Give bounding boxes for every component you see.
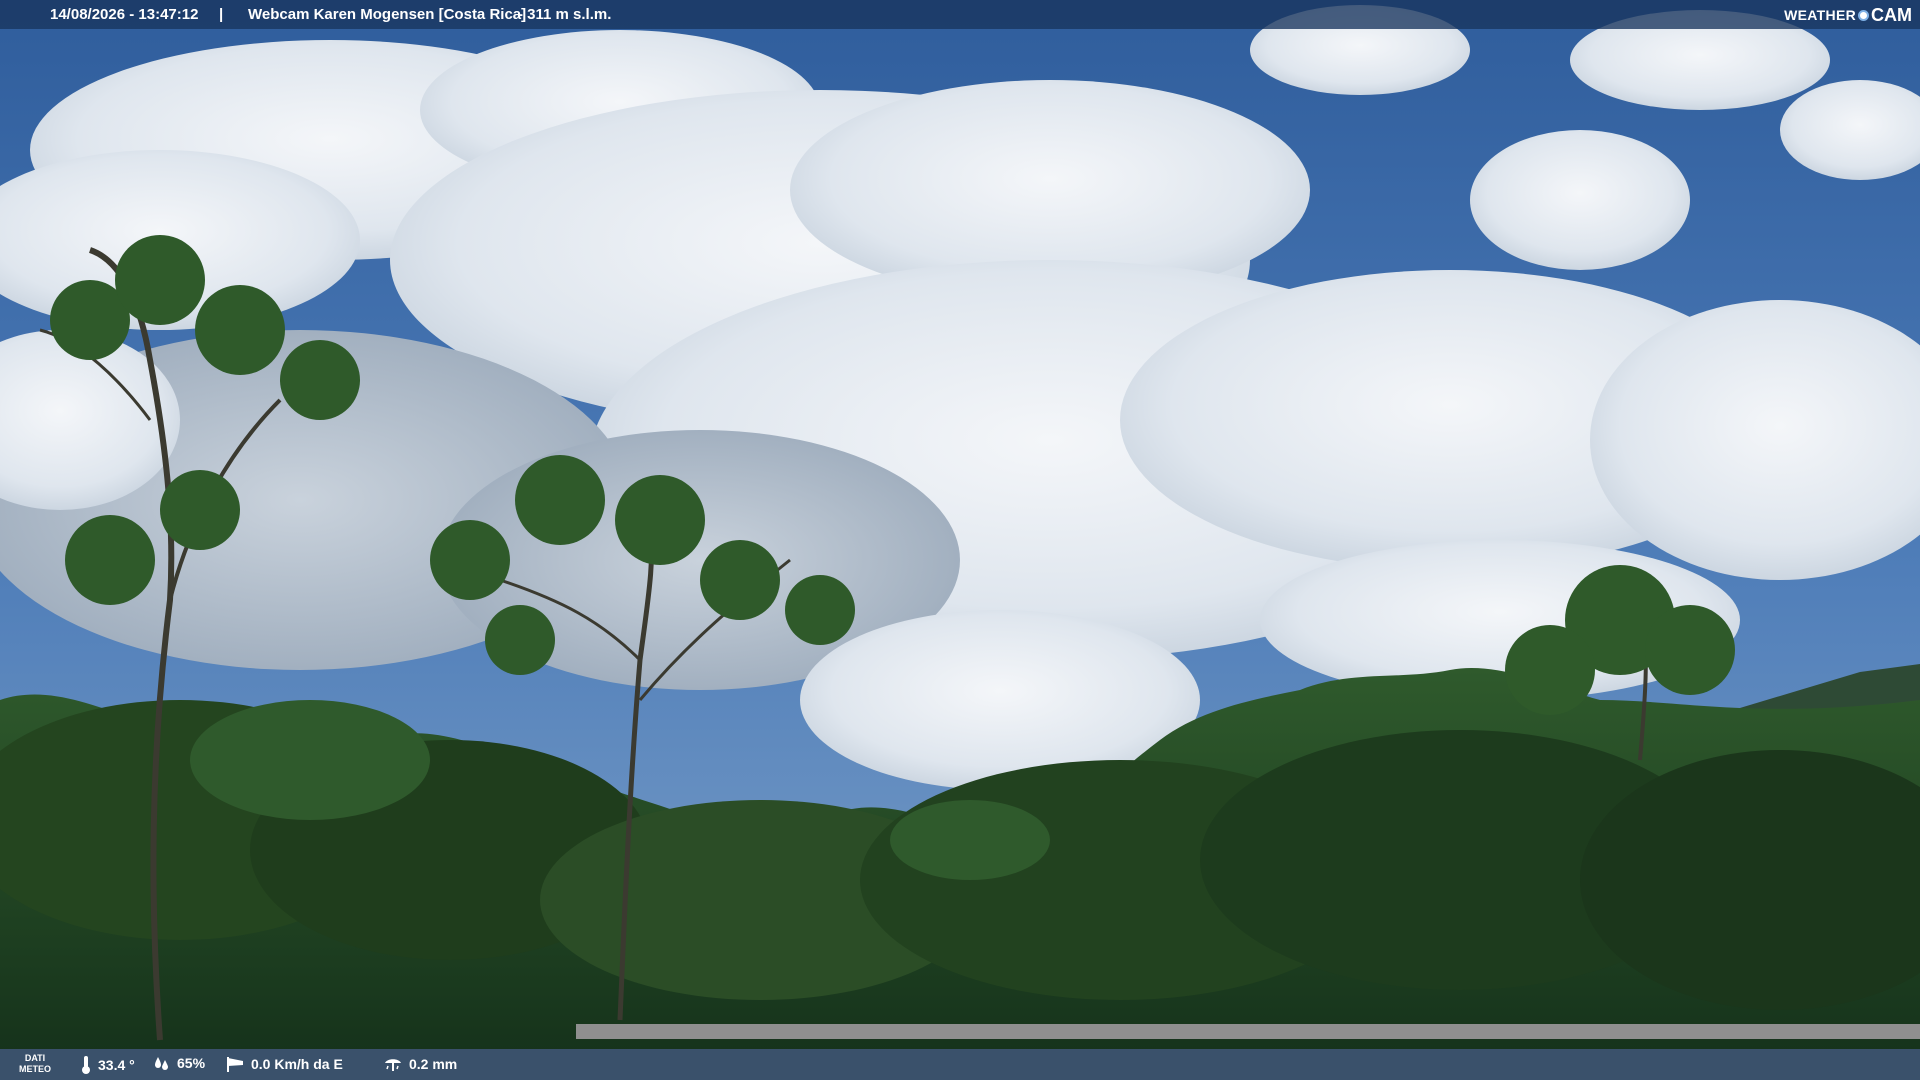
webcam-image — [0, 0, 1920, 1080]
logo-weather: WEATHER — [1784, 7, 1856, 23]
humidity-value: 65% — [177, 1055, 206, 1071]
logo-cam: CAM — [1871, 4, 1912, 25]
rain-gauge-icon — [385, 1059, 401, 1071]
wind-reading: 0.0 Km/h da E — [225, 1055, 343, 1073]
gray-strip — [576, 1024, 1920, 1039]
dati-label: DATI — [24, 1053, 46, 1063]
humidity-reading: 65% — [153, 1055, 205, 1071]
weather-data-bar: DATI METEO 33.4 ° 65% 0.0 Km/h da E 0.2 … — [0, 1049, 1920, 1080]
logo-dot-icon — [1858, 9, 1869, 21]
thermometer-icon — [82, 1056, 90, 1074]
rain-reading: 0.2 mm — [383, 1055, 457, 1073]
weathercam-logo: WEATHER CAM — [1784, 2, 1912, 28]
datetime: 14/08/2026 - 13:47:12 — [50, 6, 199, 23]
top-info-bar: 14/08/2026 - 13:47:12 | Webcam Karen Mog… — [0, 0, 1920, 29]
windsock-icon — [227, 1057, 243, 1072]
meteo-label: METEO — [18, 1064, 51, 1074]
wind-value: 0.0 Km/h da E — [251, 1056, 343, 1072]
dati-meteo-label: DATI METEO — [18, 1053, 52, 1075]
temperature-value: 33.4 ° — [98, 1057, 135, 1073]
altitude: - 311 m s.l.m. — [518, 6, 612, 23]
rain-value: 0.2 mm — [409, 1056, 458, 1072]
separator: | — [219, 6, 224, 23]
webcam-location: Webcam Karen Mogensen [Costa Rica] — [248, 6, 527, 23]
humidity-icon — [155, 1057, 168, 1070]
temperature-reading: 33.4 ° — [80, 1055, 135, 1075]
